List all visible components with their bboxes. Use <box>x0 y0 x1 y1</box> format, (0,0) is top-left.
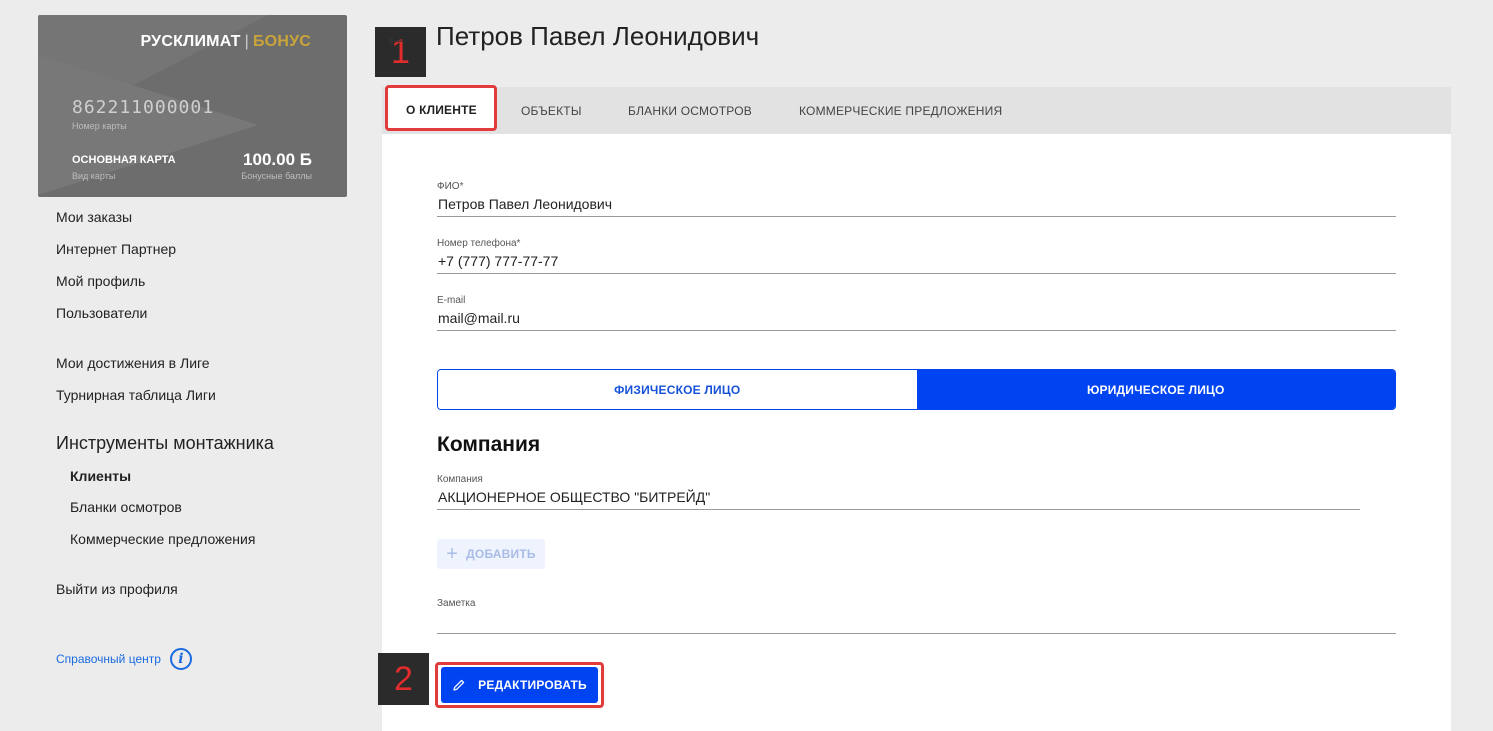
card-type-label: Вид карты <box>72 171 116 181</box>
sidebar-item-users[interactable]: Пользователи <box>56 305 147 321</box>
client-type-toggle: ФИЗИЧЕСКОЕ ЛИЦО ЮРИДИЧЕСКОЕ ЛИЦО <box>437 369 1396 410</box>
bonus-card: РУСКЛИМАТ | БОНУС 862211000001 Номер карты… <box>38 15 347 197</box>
card-number: 862211000001 <box>72 97 215 118</box>
edit-button[interactable]: РЕДАКТИРОВАТЬ <box>441 667 598 703</box>
phone-underline <box>437 273 1396 274</box>
tab-objects[interactable]: ОБЪЕКТЫ <box>521 104 582 118</box>
sidebar-item-commercial-offers[interactable]: Коммерческие предложения <box>70 531 255 547</box>
card-decor-arrow <box>38 55 258 195</box>
card-type: ОСНОВНАЯ КАРТА <box>72 154 176 166</box>
help-center-label: Справочный центр <box>56 652 161 666</box>
sidebar-item-internet-partner[interactable]: Интернет Партнер <box>56 241 176 257</box>
info-icon: i <box>169 648 192 670</box>
page-title: Петров Павел Леонидович <box>436 21 760 51</box>
card-brand: РУСКЛИМАТ | БОНУС <box>141 33 312 51</box>
fio-underline <box>437 216 1396 217</box>
brand-bonus: БОНУС <box>252 33 311 50</box>
sidebar-item-league-table[interactable]: Турнирная таблица Лиги <box>56 387 216 403</box>
note-field[interactable] <box>437 633 1396 634</box>
edit-button-label: РЕДАКТИРОВАТЬ <box>478 678 587 692</box>
email-label: E-mail <box>437 295 466 306</box>
fio-field[interactable]: Петров Павел Леонидович <box>438 196 612 212</box>
sidebar-tools-heading: Инструменты монтажника <box>56 433 274 453</box>
sidebar-item-orders[interactable]: Мои заказы <box>56 209 132 225</box>
sidebar-item-logout[interactable]: Выйти из профиля <box>56 581 178 597</box>
back-arrow-icon[interactable]: ← <box>382 22 412 52</box>
help-center-link[interactable]: Справочный центр i <box>56 648 192 670</box>
add-company-label: ДОБАВИТЬ <box>466 547 536 561</box>
tab-about-client-highlight[interactable]: О КЛИЕНТЕ <box>385 85 497 131</box>
brand-main: РУСКЛИМАТ <box>140 33 241 50</box>
company-underline <box>437 509 1360 510</box>
company-field[interactable]: АКЦИОНЕРНОЕ ОБЩЕСТВО "БИТРЕЙД" <box>438 489 710 505</box>
fio-label: ФИО* <box>437 181 464 192</box>
pencil-icon <box>453 679 465 691</box>
step-badge-2: 2 <box>378 653 429 705</box>
sidebar-item-inspection-forms[interactable]: Бланки осмотров <box>70 499 182 515</box>
tab-about-client[interactable]: О КЛИЕНТЕ <box>406 103 477 117</box>
phone-label: Номер телефона* <box>437 238 521 249</box>
email-field[interactable]: mail@mail.ru <box>438 310 520 326</box>
toggle-individual[interactable]: ФИЗИЧЕСКОЕ ЛИЦО <box>438 370 917 409</box>
note-label: Заметка <box>437 598 476 609</box>
toggle-legal-entity[interactable]: ЮРИДИЧЕСКОЕ ЛИЦО <box>916 370 1395 409</box>
phone-field[interactable]: +7 (777) 777-77-77 <box>438 253 558 269</box>
card-points: 100.00 Б <box>243 150 312 169</box>
card-number-label: Номер карты <box>72 121 127 131</box>
sidebar-item-league-achievements[interactable]: Мои достижения в Лиге <box>56 355 210 371</box>
plus-icon: + <box>446 543 459 565</box>
tab-commercial-offers[interactable]: КОММЕРЧЕСКИЕ ПРЕДЛОЖЕНИЯ <box>799 104 1002 118</box>
tab-inspection-forms[interactable]: БЛАНКИ ОСМОТРОВ <box>628 104 752 118</box>
card-points-label: Бонусные баллы <box>241 171 312 181</box>
email-underline <box>437 330 1396 331</box>
tab-bar: ОБЪЕКТЫ БЛАНКИ ОСМОТРОВ КОММЕРЧЕСКИЕ ПРЕ… <box>382 87 1451 134</box>
company-heading: Компания <box>437 433 541 456</box>
brand-separator: | <box>244 33 249 50</box>
add-company-button[interactable]: + ДОБАВИТЬ <box>437 539 545 569</box>
company-label: Компания <box>437 474 483 485</box>
sidebar-item-profile[interactable]: Мой профиль <box>56 273 145 289</box>
client-details-panel <box>382 134 1451 731</box>
sidebar-item-clients[interactable]: Клиенты <box>70 468 131 484</box>
